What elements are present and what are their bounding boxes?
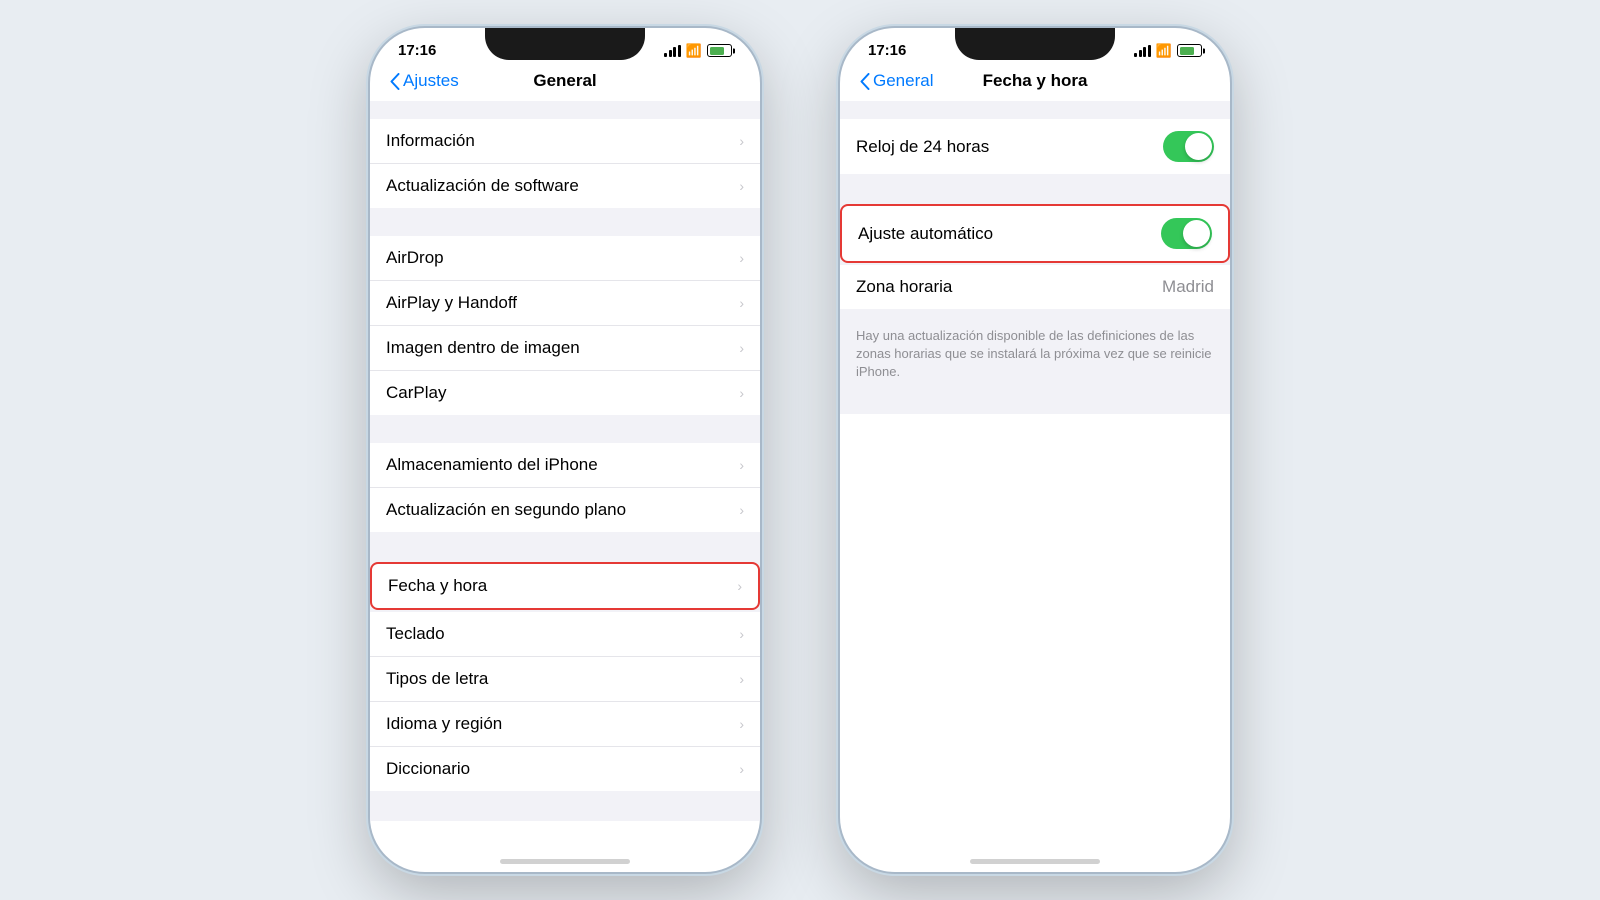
chevron-icon: › — [737, 578, 742, 594]
section-auto-adjust: Ajuste automático Zona horaria Madrid — [840, 204, 1230, 309]
list-item[interactable]: Imagen dentro de imagen › — [370, 326, 760, 371]
list-item[interactable]: Actualización en segundo plano › — [370, 488, 760, 532]
nav-title-2: Fecha y hora — [983, 71, 1088, 91]
screen-content-1: Información › Actualización de software … — [370, 101, 760, 821]
zona-horaria-value: Madrid — [1162, 277, 1214, 297]
battery-icon-1 — [707, 44, 732, 57]
chevron-icon: › — [739, 502, 744, 518]
list-item[interactable]: Actualización de software › — [370, 164, 760, 208]
wifi-icon-1: 📶 — [686, 44, 702, 57]
battery-icon-2 — [1177, 44, 1202, 57]
back-button-1[interactable]: Ajustes — [390, 71, 459, 91]
back-label-1: Ajustes — [403, 71, 459, 91]
ajuste-automatico-item[interactable]: Ajuste automático — [840, 204, 1230, 263]
airdrop-item[interactable]: AirDrop › — [370, 236, 760, 281]
phone-1: 17:16 📶 Ajustes General Información — [370, 28, 760, 872]
chevron-icon: › — [739, 295, 744, 311]
nav-bar-1: Ajustes General — [370, 65, 760, 101]
list-item[interactable]: Información › — [370, 119, 760, 164]
chevron-icon: › — [739, 133, 744, 149]
nav-title-1: General — [533, 71, 596, 91]
airplay-handoff-item[interactable]: AirPlay y Handoff › — [370, 281, 760, 326]
carplay-item[interactable]: CarPlay › — [370, 371, 760, 415]
section-3: Almacenamiento del iPhone › Actualizació… — [370, 443, 760, 532]
notch-1 — [485, 28, 645, 60]
status-icons-1: 📶 — [664, 44, 732, 57]
wifi-icon-2: 📶 — [1156, 44, 1172, 57]
notch-2 — [955, 28, 1115, 60]
diccionario-item[interactable]: Diccionario › — [370, 747, 760, 791]
ajuste-automatico-toggle[interactable] — [1161, 218, 1212, 249]
zona-horaria-item[interactable]: Zona horaria Madrid — [840, 265, 1230, 309]
home-indicator-2 — [970, 859, 1100, 864]
timezone-note: Hay una actualización disponible de las … — [840, 319, 1230, 394]
chevron-icon: › — [739, 457, 744, 473]
reloj-24h-item[interactable]: Reloj de 24 horas — [840, 119, 1230, 174]
chevron-icon: › — [739, 250, 744, 266]
status-icons-2: 📶 — [1134, 44, 1202, 57]
list-item[interactable]: Almacenamiento del iPhone › — [370, 443, 760, 488]
screen-content-2: Reloj de 24 horas Ajuste automático Zona… — [840, 101, 1230, 414]
chevron-icon: › — [739, 716, 744, 732]
status-time-2: 17:16 — [868, 42, 906, 59]
back-button-2[interactable]: General — [860, 71, 933, 91]
section-2: AirDrop › AirPlay y Handoff › Imagen den… — [370, 236, 760, 415]
back-label-2: General — [873, 71, 933, 91]
chevron-icon: › — [739, 761, 744, 777]
chevron-icon: › — [739, 178, 744, 194]
section-1: Información › Actualización de software … — [370, 119, 760, 208]
chevron-icon: › — [739, 340, 744, 356]
section-date-time: Reloj de 24 horas — [840, 119, 1230, 174]
signal-icon-2 — [1134, 45, 1151, 57]
chevron-icon: › — [739, 626, 744, 642]
idioma-region-item[interactable]: Idioma y región › — [370, 702, 760, 747]
home-indicator-1 — [500, 859, 630, 864]
status-time-1: 17:16 — [398, 42, 436, 59]
chevron-icon: › — [739, 385, 744, 401]
phone-2: 17:16 📶 General Fecha y hora Reloj de 24 — [840, 28, 1230, 872]
signal-icon-1 — [664, 45, 681, 57]
reloj-24h-toggle[interactable] — [1163, 131, 1214, 162]
tipos-letra-item[interactable]: Tipos de letra › — [370, 657, 760, 702]
section-4: Fecha y hora › Teclado › Tipos de letra … — [370, 562, 760, 791]
nav-bar-2: General Fecha y hora — [840, 65, 1230, 101]
teclado-item[interactable]: Teclado › — [370, 612, 760, 657]
fecha-hora-item[interactable]: Fecha y hora › — [370, 562, 760, 610]
chevron-icon: › — [739, 671, 744, 687]
